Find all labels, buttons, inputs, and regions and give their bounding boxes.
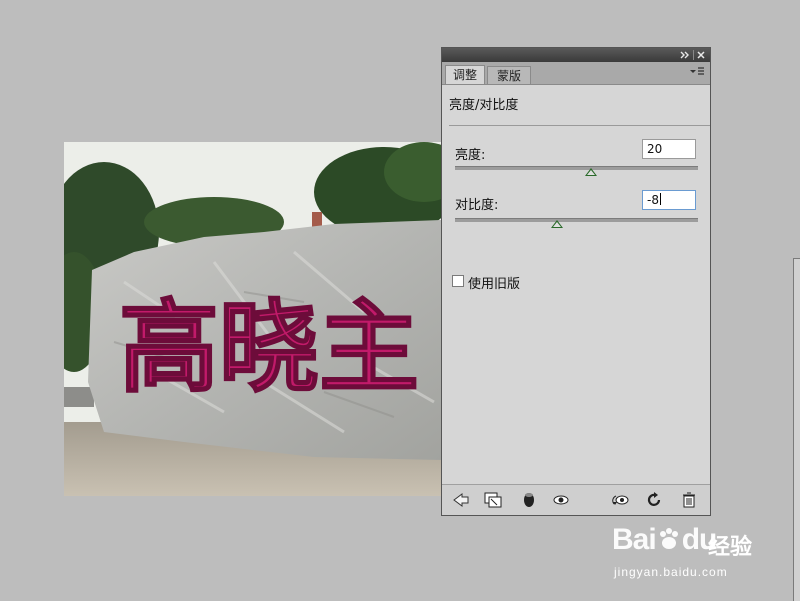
watermark-brand: Bai du — [612, 523, 717, 557]
contrast-slider-thumb[interactable] — [551, 220, 564, 228]
text-caret — [659, 193, 661, 205]
paw-icon — [659, 528, 678, 549]
brightness-slider-thumb[interactable] — [585, 168, 598, 176]
double-chevron-right-icon[interactable] — [678, 48, 692, 62]
secondary-panel-edge — [793, 258, 800, 601]
tab-adjustments[interactable]: 调整 — [445, 65, 485, 84]
visibility-toggle-icon[interactable] — [520, 492, 538, 508]
view-previous-state-icon[interactable] — [552, 492, 570, 508]
contrast-label: 对比度: — [455, 198, 499, 213]
contrast-input[interactable]: -8 — [642, 190, 696, 210]
contrast-value: -8 — [647, 193, 659, 207]
canvas-image: 高晓主 — [64, 142, 441, 496]
baidu-watermark: Bai du 经验 jingyan.baidu.com — [612, 515, 792, 585]
close-icon[interactable] — [694, 48, 708, 62]
clip-to-layer-icon[interactable] — [484, 492, 502, 508]
use-legacy-label: 使用旧版 — [468, 277, 521, 292]
contrast-slider-track[interactable] — [455, 218, 698, 228]
toggle-previous-icon[interactable] — [612, 492, 630, 508]
panel-bottom-toolbar — [442, 484, 710, 515]
watermark-brand-prefix: Bai — [612, 523, 657, 556]
brightness-slider-track[interactable] — [455, 166, 698, 176]
adjustments-panel: 调整 蒙版 亮度/对比度 亮度: 20 对比度: -8 使用旧版 — [441, 47, 711, 516]
panel-titlebar[interactable] — [442, 48, 710, 62]
adjustment-title: 亮度/对比度 — [449, 98, 519, 113]
title-divider — [449, 125, 710, 126]
svg-text:高晓主: 高晓主 — [119, 288, 419, 406]
reset-icon[interactable] — [646, 492, 664, 508]
back-arrow-icon[interactable] — [452, 492, 470, 508]
panel-menu-icon[interactable] — [689, 66, 705, 81]
brightness-input[interactable]: 20 — [642, 139, 696, 159]
watermark-url: jingyan.baidu.com — [614, 565, 728, 579]
brightness-label: 亮度: — [455, 148, 486, 163]
panel-tabbar: 调整 蒙版 — [442, 62, 710, 85]
carved-characters: 高晓主 — [118, 287, 420, 407]
tab-masks[interactable]: 蒙版 — [487, 66, 531, 84]
watermark-cn: 经验 — [708, 535, 753, 560]
trash-icon[interactable] — [680, 492, 698, 508]
use-legacy-checkbox[interactable] — [452, 275, 464, 287]
